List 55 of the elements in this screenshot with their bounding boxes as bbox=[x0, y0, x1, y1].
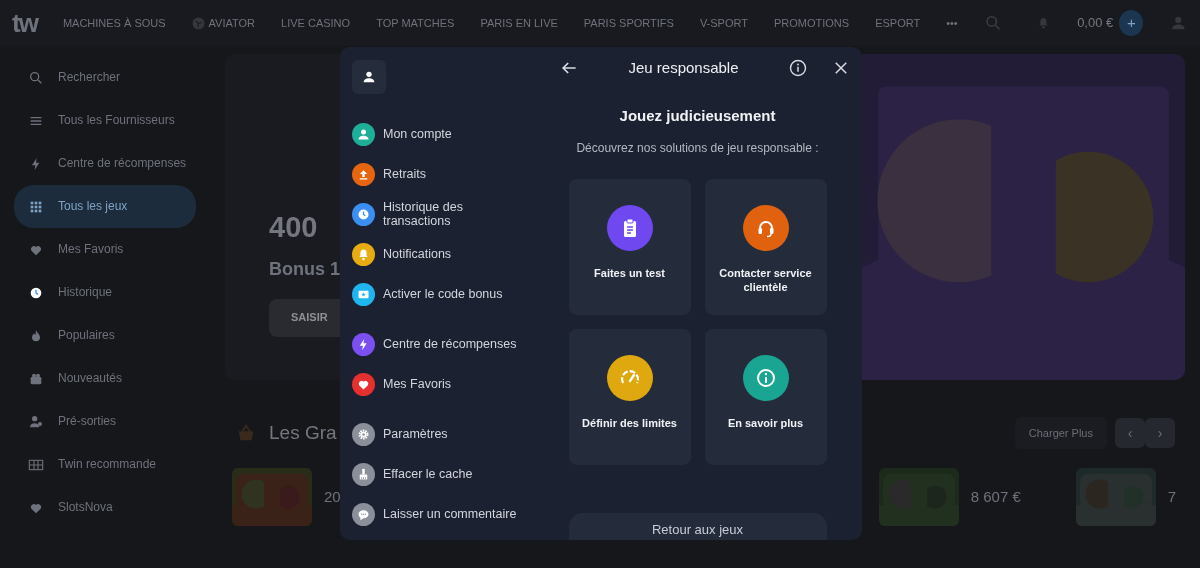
jackpot-amount: 20 bbox=[324, 486, 341, 507]
sidebar-item[interactable]: Mes Favoris bbox=[14, 228, 196, 271]
nav-link[interactable]: AVIATOR bbox=[208, 14, 256, 32]
menu-item[interactable]: Paramètres bbox=[352, 414, 533, 454]
nav-link[interactable]: ••• bbox=[946, 14, 958, 32]
deposit-button[interactable]: + bbox=[1119, 10, 1144, 36]
jackpot-amount: 8 607 € bbox=[970, 486, 1021, 507]
option-card[interactable]: Contacter service clientèle bbox=[704, 179, 827, 315]
jackpot-amount: 7 bbox=[1167, 486, 1177, 507]
sidebar-item[interactable]: Historique bbox=[14, 271, 196, 314]
nav-link[interactable]: V-SPORT bbox=[699, 14, 748, 32]
menu-item[interactable]: Mon compte bbox=[352, 114, 533, 154]
option-card[interactable]: Définir des limites bbox=[568, 329, 691, 465]
user-icon bbox=[361, 69, 377, 85]
sidebar-item[interactable]: Twin recommande bbox=[14, 443, 196, 486]
bonus-amount: 400 bbox=[269, 210, 319, 245]
menu-item[interactable]: Laisser un commentaire bbox=[352, 494, 533, 534]
nav-link[interactable]: ESPORT bbox=[875, 14, 921, 32]
bonus-subtitle: Bonus 1 bbox=[269, 257, 341, 281]
sidebar-item[interactable]: Nouveautés bbox=[14, 357, 196, 400]
sidebar-item[interactable]: Rechercher bbox=[14, 56, 196, 99]
sidebar-item[interactable]: Populaires bbox=[14, 314, 196, 357]
person-icon bbox=[28, 413, 44, 430]
sidebar-item[interactable]: Pré-sorties bbox=[14, 400, 196, 443]
nav-link[interactable]: MACHINES À SOUS bbox=[62, 14, 166, 32]
nav-link[interactable]: PARIS SPORTIFS bbox=[583, 14, 674, 32]
menu-item[interactable]: Retraits bbox=[352, 154, 533, 194]
load-more-button[interactable]: Charger Plus bbox=[1014, 416, 1107, 450]
balance: 0,00 € bbox=[1077, 14, 1114, 33]
menu-item[interactable]: Historique des transactions bbox=[352, 194, 533, 234]
menu-item[interactable]: Mes Favoris bbox=[352, 364, 533, 404]
nav-link[interactable]: PROMOTIONS bbox=[773, 14, 850, 32]
nav-link[interactable]: LIVE CASINO bbox=[281, 14, 351, 32]
sidebar-item[interactable]: SlotsNova bbox=[14, 486, 196, 529]
sidebar-item[interactable]: Tous les Fournisseurs bbox=[14, 99, 196, 142]
propeller-icon bbox=[191, 16, 205, 30]
back-to-games-button[interactable]: Retour aux jeux bbox=[568, 513, 827, 540]
next-button[interactable]: › bbox=[1145, 418, 1175, 448]
subtitle: Découvrez nos solutions de jeu responsable : bbox=[576, 140, 819, 157]
menu-item[interactable]: Effacer le cache bbox=[352, 454, 533, 494]
sidebar-item[interactable]: Centre de récompenses bbox=[14, 142, 196, 185]
section-heading: Jouez judicieusement bbox=[619, 105, 776, 126]
profile-button[interactable] bbox=[352, 60, 386, 94]
sidebar-item[interactable]: Tous les jeux bbox=[14, 185, 196, 228]
section-title: Les Gra bbox=[269, 420, 337, 445]
nav-link[interactable]: TOP MATCHES bbox=[376, 14, 455, 32]
menu-item[interactable]: Notifications bbox=[352, 234, 533, 274]
search-icon bbox=[28, 69, 44, 86]
nav-link[interactable]: PARIS EN LIVE bbox=[480, 14, 558, 32]
previous-button[interactable]: ‹ bbox=[1115, 418, 1145, 448]
logo[interactable]: tw bbox=[12, 10, 37, 36]
option-card[interactable]: En savoir plus bbox=[704, 329, 827, 465]
dialog-title: Jeu responsable bbox=[627, 58, 740, 78]
option-card[interactable]: Faites un test bbox=[568, 179, 691, 315]
info-button[interactable] bbox=[788, 58, 808, 79]
